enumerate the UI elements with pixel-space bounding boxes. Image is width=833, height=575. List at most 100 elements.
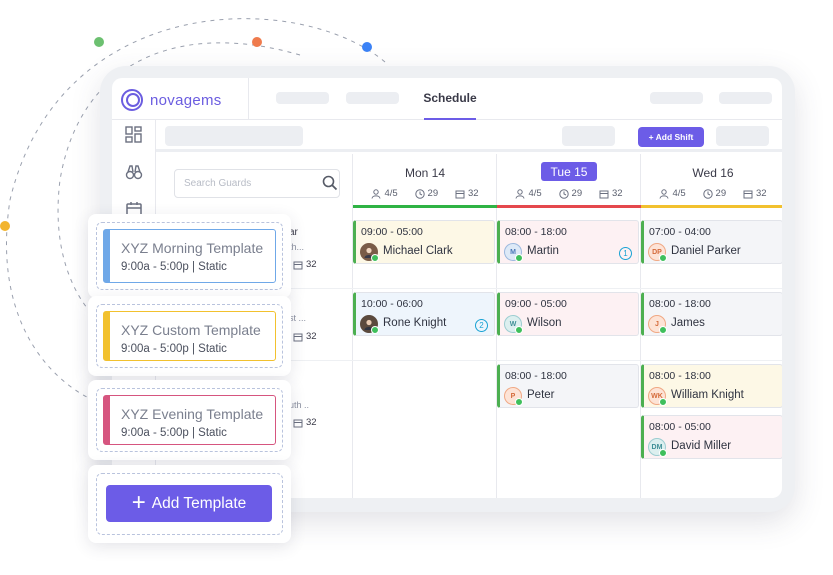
guard-name: James [671, 317, 705, 329]
shift-card[interactable]: 08:00 - 18:00 WK William Knight [641, 364, 782, 408]
shift-card[interactable]: 07:00 - 04:00 DP Daniel Parker [641, 220, 782, 264]
calendar-small-icon [293, 333, 303, 341]
guard-name: Rone Knight [383, 317, 447, 329]
template-item[interactable]: XYZ Evening Template 9:00a - 5:00p | Sta… [103, 395, 276, 445]
clock-icon [558, 188, 569, 199]
template-subtitle: 9:00a - 5:00p | Static [121, 427, 227, 439]
shift-time: 09:00 - 05:00 [361, 226, 423, 238]
day-header-wed[interactable]: Wed 16 4/5 29 32 [641, 154, 782, 208]
check-icon [515, 254, 523, 262]
dashboard-icon[interactable] [124, 125, 144, 145]
avatar: DP [648, 243, 667, 262]
shifts-count: 32 [611, 188, 623, 199]
avatar: DM [648, 438, 667, 457]
template-dropzone: XYZ Morning Template 9:00a - 5:00p | Sta… [96, 222, 283, 290]
schedule-toolbar: + Add Shift [156, 120, 782, 152]
shift-count-badge[interactable]: 1 [619, 247, 632, 260]
check-icon [515, 326, 523, 334]
person-icon [371, 188, 381, 199]
shift-card[interactable]: 09:00 - 05:00 Michael Clark [353, 220, 495, 264]
shift-card[interactable]: 08:00 - 18:00 M Martin 1 [497, 220, 639, 264]
hours-stat: 29 [558, 188, 583, 199]
day-label: Mon 14 [404, 166, 446, 180]
view-toggle-placeholder[interactable] [716, 126, 769, 146]
shift-time: 08:00 - 18:00 [649, 298, 711, 310]
orbit-dot-blue [362, 42, 372, 52]
add-template-button[interactable]: + Add Template [106, 485, 272, 522]
hours-count: 29 [427, 188, 439, 199]
novagems-logo-icon [121, 89, 143, 111]
guard-name: William Knight [671, 389, 744, 401]
guard-count-value: 32 [306, 259, 317, 270]
template-item[interactable]: XYZ Morning Template 9:00a - 5:00p | Sta… [103, 229, 276, 283]
person-icon [659, 188, 669, 199]
header-action-placeholder[interactable] [650, 92, 703, 104]
search-icon[interactable] [322, 175, 338, 191]
date-range-placeholder[interactable] [165, 126, 303, 146]
template-subtitle: 9:00a - 5:00p | Static [121, 343, 227, 355]
shift-time: 09:00 - 05:00 [505, 298, 567, 310]
guard-count-value: 32 [306, 331, 317, 342]
calendar-small-icon [293, 419, 303, 427]
add-shift-button[interactable]: + Add Shift [638, 127, 704, 147]
guard-shift-count: 32 [293, 417, 317, 428]
calendar-small-icon [599, 190, 609, 198]
template-dropzone: XYZ Custom Template 9:00a - 5:00p | Stat… [96, 304, 283, 368]
calendar-small-icon [293, 261, 303, 269]
nav-tab-placeholder[interactable] [276, 92, 329, 104]
shift-card[interactable]: 08:00 - 18:00 J James [641, 292, 782, 336]
calendar-small-icon [455, 190, 465, 198]
add-template-label: Add Template [151, 494, 247, 512]
hours-stat: 29 [702, 188, 727, 199]
shift-card[interactable]: 08:00 - 18:00 P Peter [497, 364, 639, 408]
logo[interactable]: novagems [120, 88, 222, 112]
template-card-custom[interactable]: XYZ Custom Template 9:00a - 5:00p | Stat… [88, 296, 291, 376]
logo-divider [248, 78, 249, 120]
template-subtitle: 9:00a - 5:00p | Static [121, 261, 227, 273]
template-item[interactable]: XYZ Custom Template 9:00a - 5:00p | Stat… [103, 311, 276, 361]
template-dropzone: XYZ Evening Template 9:00a - 5:00p | Sta… [96, 388, 283, 452]
template-card-evening[interactable]: XYZ Evening Template 9:00a - 5:00p | Sta… [88, 380, 291, 460]
shift-card[interactable]: 09:00 - 05:00 W Wilson [497, 292, 639, 336]
shift-card[interactable]: 08:00 - 05:00 DM David Miller [641, 415, 782, 459]
day-status-bar [497, 205, 641, 208]
check-icon [515, 398, 523, 406]
avatar: P [504, 387, 523, 406]
hours-count: 29 [715, 188, 727, 199]
calendar-small-icon [743, 190, 753, 198]
template-card-morning[interactable]: XYZ Morning Template 9:00a - 5:00p | Sta… [88, 214, 291, 298]
guard-sub-fragment: uth .. [289, 400, 310, 410]
hours-count: 29 [571, 188, 583, 199]
person-icon [515, 188, 525, 199]
template-title: XYZ Morning Template [121, 240, 264, 256]
avatar: W [504, 315, 523, 334]
check-icon [659, 326, 667, 334]
tab-schedule[interactable]: Schedule [423, 78, 477, 120]
check-icon [659, 254, 667, 262]
check-icon [371, 326, 379, 334]
check-icon [659, 398, 667, 406]
day-header-mon[interactable]: Mon 14 4/5 29 32 [353, 154, 497, 208]
guards-stat: 4/5 [659, 188, 686, 199]
brand-name: novagems [150, 91, 222, 109]
shift-card[interactable]: 10:00 - 06:00 Rone Knight 2 [353, 292, 495, 336]
nav-tab-placeholder[interactable] [346, 92, 399, 104]
guard-count-value: 32 [306, 417, 317, 428]
binoculars-icon[interactable] [124, 162, 144, 182]
person-photo-icon [360, 243, 379, 262]
day-status-bar [641, 205, 782, 208]
header-action-placeholder[interactable] [719, 92, 772, 104]
filter-placeholder[interactable] [562, 126, 615, 146]
guard-sub-fragment: th... [289, 242, 305, 252]
search-guards-input[interactable]: Search Guards [174, 169, 340, 198]
day-label: Wed 16 [692, 166, 734, 180]
add-template-card: + Add Template [88, 465, 291, 543]
shift-time: 07:00 - 04:00 [649, 226, 711, 238]
guard-shift-count: 32 [293, 259, 317, 270]
guard-sub-fragment: st ... [289, 313, 307, 323]
day-label-active: Tue 15 [541, 162, 597, 181]
shift-time: 08:00 - 18:00 [649, 370, 711, 382]
shift-count-badge[interactable]: 2 [475, 319, 488, 332]
day-header-tue[interactable]: Tue 15 4/5 29 32 [497, 154, 641, 208]
shifts-stat: 32 [455, 188, 479, 199]
